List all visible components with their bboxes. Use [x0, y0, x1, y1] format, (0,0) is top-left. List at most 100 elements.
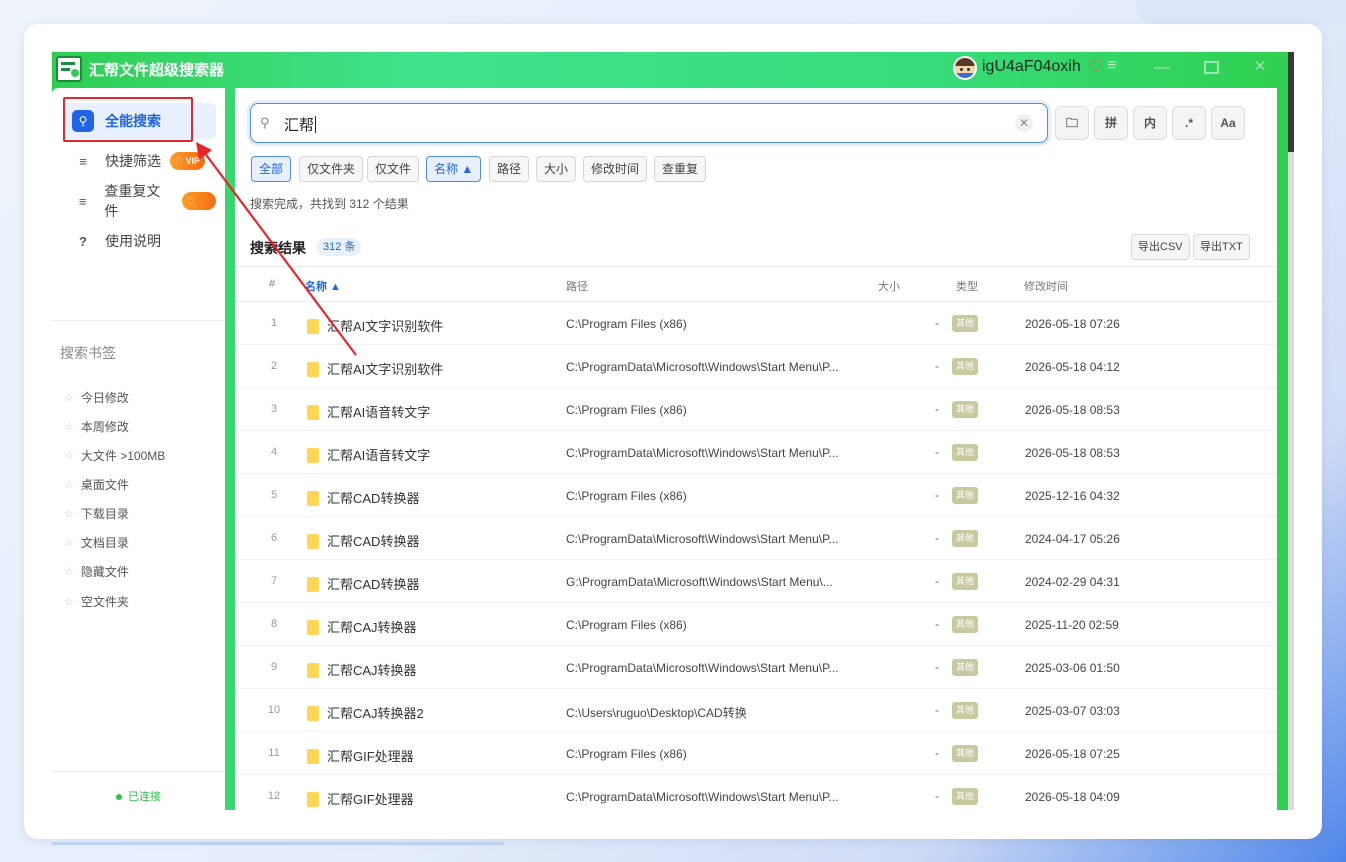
- file-name: 汇帮GIF处理器: [307, 789, 414, 808]
- folder-icon: [307, 405, 319, 420]
- table-row[interactable]: 5 汇帮CAD转换器 C:\Program Files (x86) - 其他 2025-1…: [235, 474, 1277, 517]
- table-row[interactable]: 3 汇帮AI语音转文字 C:\Program Files (x86) - 其他 2026-…: [235, 388, 1277, 431]
- content-search-toggle-button[interactable]: 内: [1133, 106, 1167, 140]
- file-path: C:\Program Files (x86): [566, 747, 687, 761]
- vip-badge: ♡ VIP: [181, 192, 217, 224]
- folder-icon: [307, 362, 319, 377]
- column-header-size[interactable]: 大小: [878, 278, 900, 294]
- maximize-button[interactable]: [1204, 61, 1219, 74]
- star-icon: ☆: [64, 507, 74, 520]
- divider: [52, 771, 225, 772]
- pinyin-toggle-button[interactable]: 拼: [1094, 106, 1128, 140]
- file-path: C:\ProgramData\Microsoft\Windows\Start M…: [566, 360, 839, 374]
- bookmark-item[interactable]: ☆ 空文件夹: [64, 591, 129, 611]
- case-sensitive-toggle-button[interactable]: Aa: [1211, 106, 1245, 140]
- file-name: 汇帮GIF处理器: [307, 746, 414, 765]
- window-scrollbar[interactable]: [1288, 52, 1294, 810]
- modified-time: 2024-04-17 05:26: [1025, 532, 1120, 546]
- file-size: -: [935, 703, 939, 717]
- vip-badge: ♡ VIP: [170, 152, 206, 170]
- background-decoration: [1135, 0, 1346, 26]
- star-icon: ☆: [64, 420, 74, 433]
- search-summary: 搜索完成，共找到 312 个结果: [250, 197, 409, 211]
- filter-all[interactable]: 全部: [251, 156, 292, 182]
- file-path: C:\ProgramData\Microsoft\Windows\Start M…: [566, 790, 839, 804]
- file-size: -: [935, 660, 939, 674]
- file-path: C:\Users\ruguo\Desktop\CAD转换: [566, 706, 747, 720]
- bookmark-item[interactable]: ☆ 文档目录: [64, 532, 129, 552]
- folder-icon: [307, 792, 319, 807]
- app-logo-icon: [56, 56, 82, 82]
- filter-folders-only[interactable]: 仅文件夹: [299, 156, 364, 182]
- menu-icon[interactable]: ≡: [1107, 57, 1116, 75]
- bookmark-item[interactable]: ☆ 大文件 >100MB: [64, 445, 165, 465]
- folder-icon: [307, 749, 319, 764]
- sort-by-modified[interactable]: 修改时间: [583, 156, 648, 182]
- modified-time: 2025-12-16 04:32: [1025, 489, 1120, 503]
- row-index: 5: [270, 489, 278, 501]
- column-header-name[interactable]: 名称 ▲: [305, 278, 341, 294]
- folder-icon: [307, 663, 319, 678]
- table-row[interactable]: 2 汇帮AI文字识别软件 C:\ProgramData\Microsoft\Wind…: [235, 345, 1277, 388]
- sidebar-item-duplicates[interactable]: ≡ 查重复文件 ♡ VIP: [64, 183, 217, 224]
- modified-time: 2026-05-18 08:53: [1025, 403, 1120, 417]
- sort-by-path[interactable]: 路径: [489, 156, 530, 182]
- table-row[interactable]: 9 汇帮CAJ转换器 C:\ProgramData\Microsoft\Window…: [235, 646, 1277, 689]
- table-row[interactable]: 12 汇帮GIF处理器 C:\ProgramData\Microsoft\Windo…: [235, 775, 1277, 810]
- sidebar-item-help[interactable]: ? 使用说明: [64, 223, 216, 259]
- type-tag: 其他: [952, 573, 979, 590]
- list-icon: ≡: [79, 153, 87, 169]
- folder-scope-button[interactable]: 🗀: [1055, 106, 1089, 140]
- bookmark-item[interactable]: ☆ 下载目录: [64, 503, 129, 523]
- column-header-path[interactable]: 路径: [566, 278, 588, 294]
- bookmark-item[interactable]: ☆ 桌面文件: [64, 474, 129, 494]
- results-count-badge: 312 条: [317, 238, 362, 256]
- filter-files-only[interactable]: 仅文件: [367, 156, 420, 182]
- export-csv-button[interactable]: 导出CSV: [1131, 234, 1190, 260]
- close-button[interactable]: ✕: [1250, 56, 1270, 78]
- title-bar: 汇帮文件超级搜索器 igU4aF04oxih ♡ ≡ — ✕: [52, 52, 1288, 86]
- file-path: C:\Program Files (x86): [566, 618, 687, 632]
- table-row[interactable]: 8 汇帮CAJ转换器 C:\Program Files (x86) - 其他 2025-1…: [235, 603, 1277, 646]
- minimize-button[interactable]: —: [1152, 58, 1172, 78]
- clear-search-button[interactable]: ✕: [1015, 114, 1033, 132]
- type-tag: 其他: [952, 745, 979, 762]
- vip-heart-icon[interactable]: ♡: [1088, 57, 1103, 77]
- background-decoration: [52, 842, 504, 845]
- sidebar-item-label: 查重复文件: [104, 183, 161, 219]
- table-row[interactable]: 4 汇帮AI语音转文字 C:\ProgramData\Microsoft\Windo…: [235, 431, 1277, 474]
- column-header-modified[interactable]: 修改时间: [1024, 278, 1068, 294]
- star-icon: ☆: [64, 449, 74, 462]
- file-path: G:\ProgramData\Microsoft\Windows\Start M…: [566, 575, 833, 589]
- type-tag: 其他: [952, 702, 979, 719]
- file-name: 汇帮CAJ转换器: [307, 617, 417, 636]
- bookmark-item[interactable]: ☆ 今日修改: [64, 387, 129, 407]
- type-tag: 其他: [952, 315, 979, 332]
- table-row[interactable]: 7 汇帮CAD转换器 G:\ProgramData\Microsoft\Window…: [235, 560, 1277, 603]
- regex-toggle-button[interactable]: .*: [1172, 106, 1206, 140]
- table-row[interactable]: 6 汇帮CAD转换器 C:\ProgramData\Microsoft\Window…: [235, 517, 1277, 560]
- file-name: 汇帮AI文字识别软件: [307, 316, 443, 335]
- avatar[interactable]: [953, 56, 977, 80]
- row-index: 3: [270, 403, 278, 415]
- sort-by-size[interactable]: 大小: [536, 156, 577, 182]
- sidebar-item-quick-filter[interactable]: ≡ 快捷筛选 ♡ VIP: [64, 143, 216, 179]
- search-query[interactable]: 汇帮: [284, 114, 317, 135]
- username[interactable]: igU4aF04oxih: [982, 58, 1081, 76]
- column-header-type[interactable]: 类型: [956, 278, 978, 294]
- find-duplicates-button[interactable]: 查重复: [654, 156, 707, 182]
- folder-icon: [307, 319, 319, 334]
- modified-time: 2025-11-20 02:59: [1025, 618, 1119, 632]
- table-row[interactable]: 10 汇帮CAJ转换器2 C:\Users\ruguo\Desktop\CAD转换 -…: [235, 689, 1277, 732]
- bookmark-item[interactable]: ☆ 本周修改: [64, 416, 129, 436]
- table-row[interactable]: 1 汇帮AI文字识别软件 C:\Program Files (x86) - 其他 2026…: [235, 302, 1277, 345]
- search-input[interactable]: ⚲ 汇帮 ✕: [250, 103, 1048, 143]
- export-txt-button[interactable]: 导出TXT: [1193, 234, 1250, 260]
- type-tag: 其他: [952, 444, 979, 461]
- table-row[interactable]: 11 汇帮GIF处理器 C:\Program Files (x86) - 其他 2026-…: [235, 732, 1277, 775]
- file-size: -: [935, 531, 939, 545]
- sort-by-name[interactable]: 名称 ▲: [426, 156, 482, 182]
- star-icon: ☆: [64, 391, 74, 404]
- folder-icon: [307, 706, 319, 721]
- bookmark-item[interactable]: ☆ 隐藏文件: [64, 561, 129, 581]
